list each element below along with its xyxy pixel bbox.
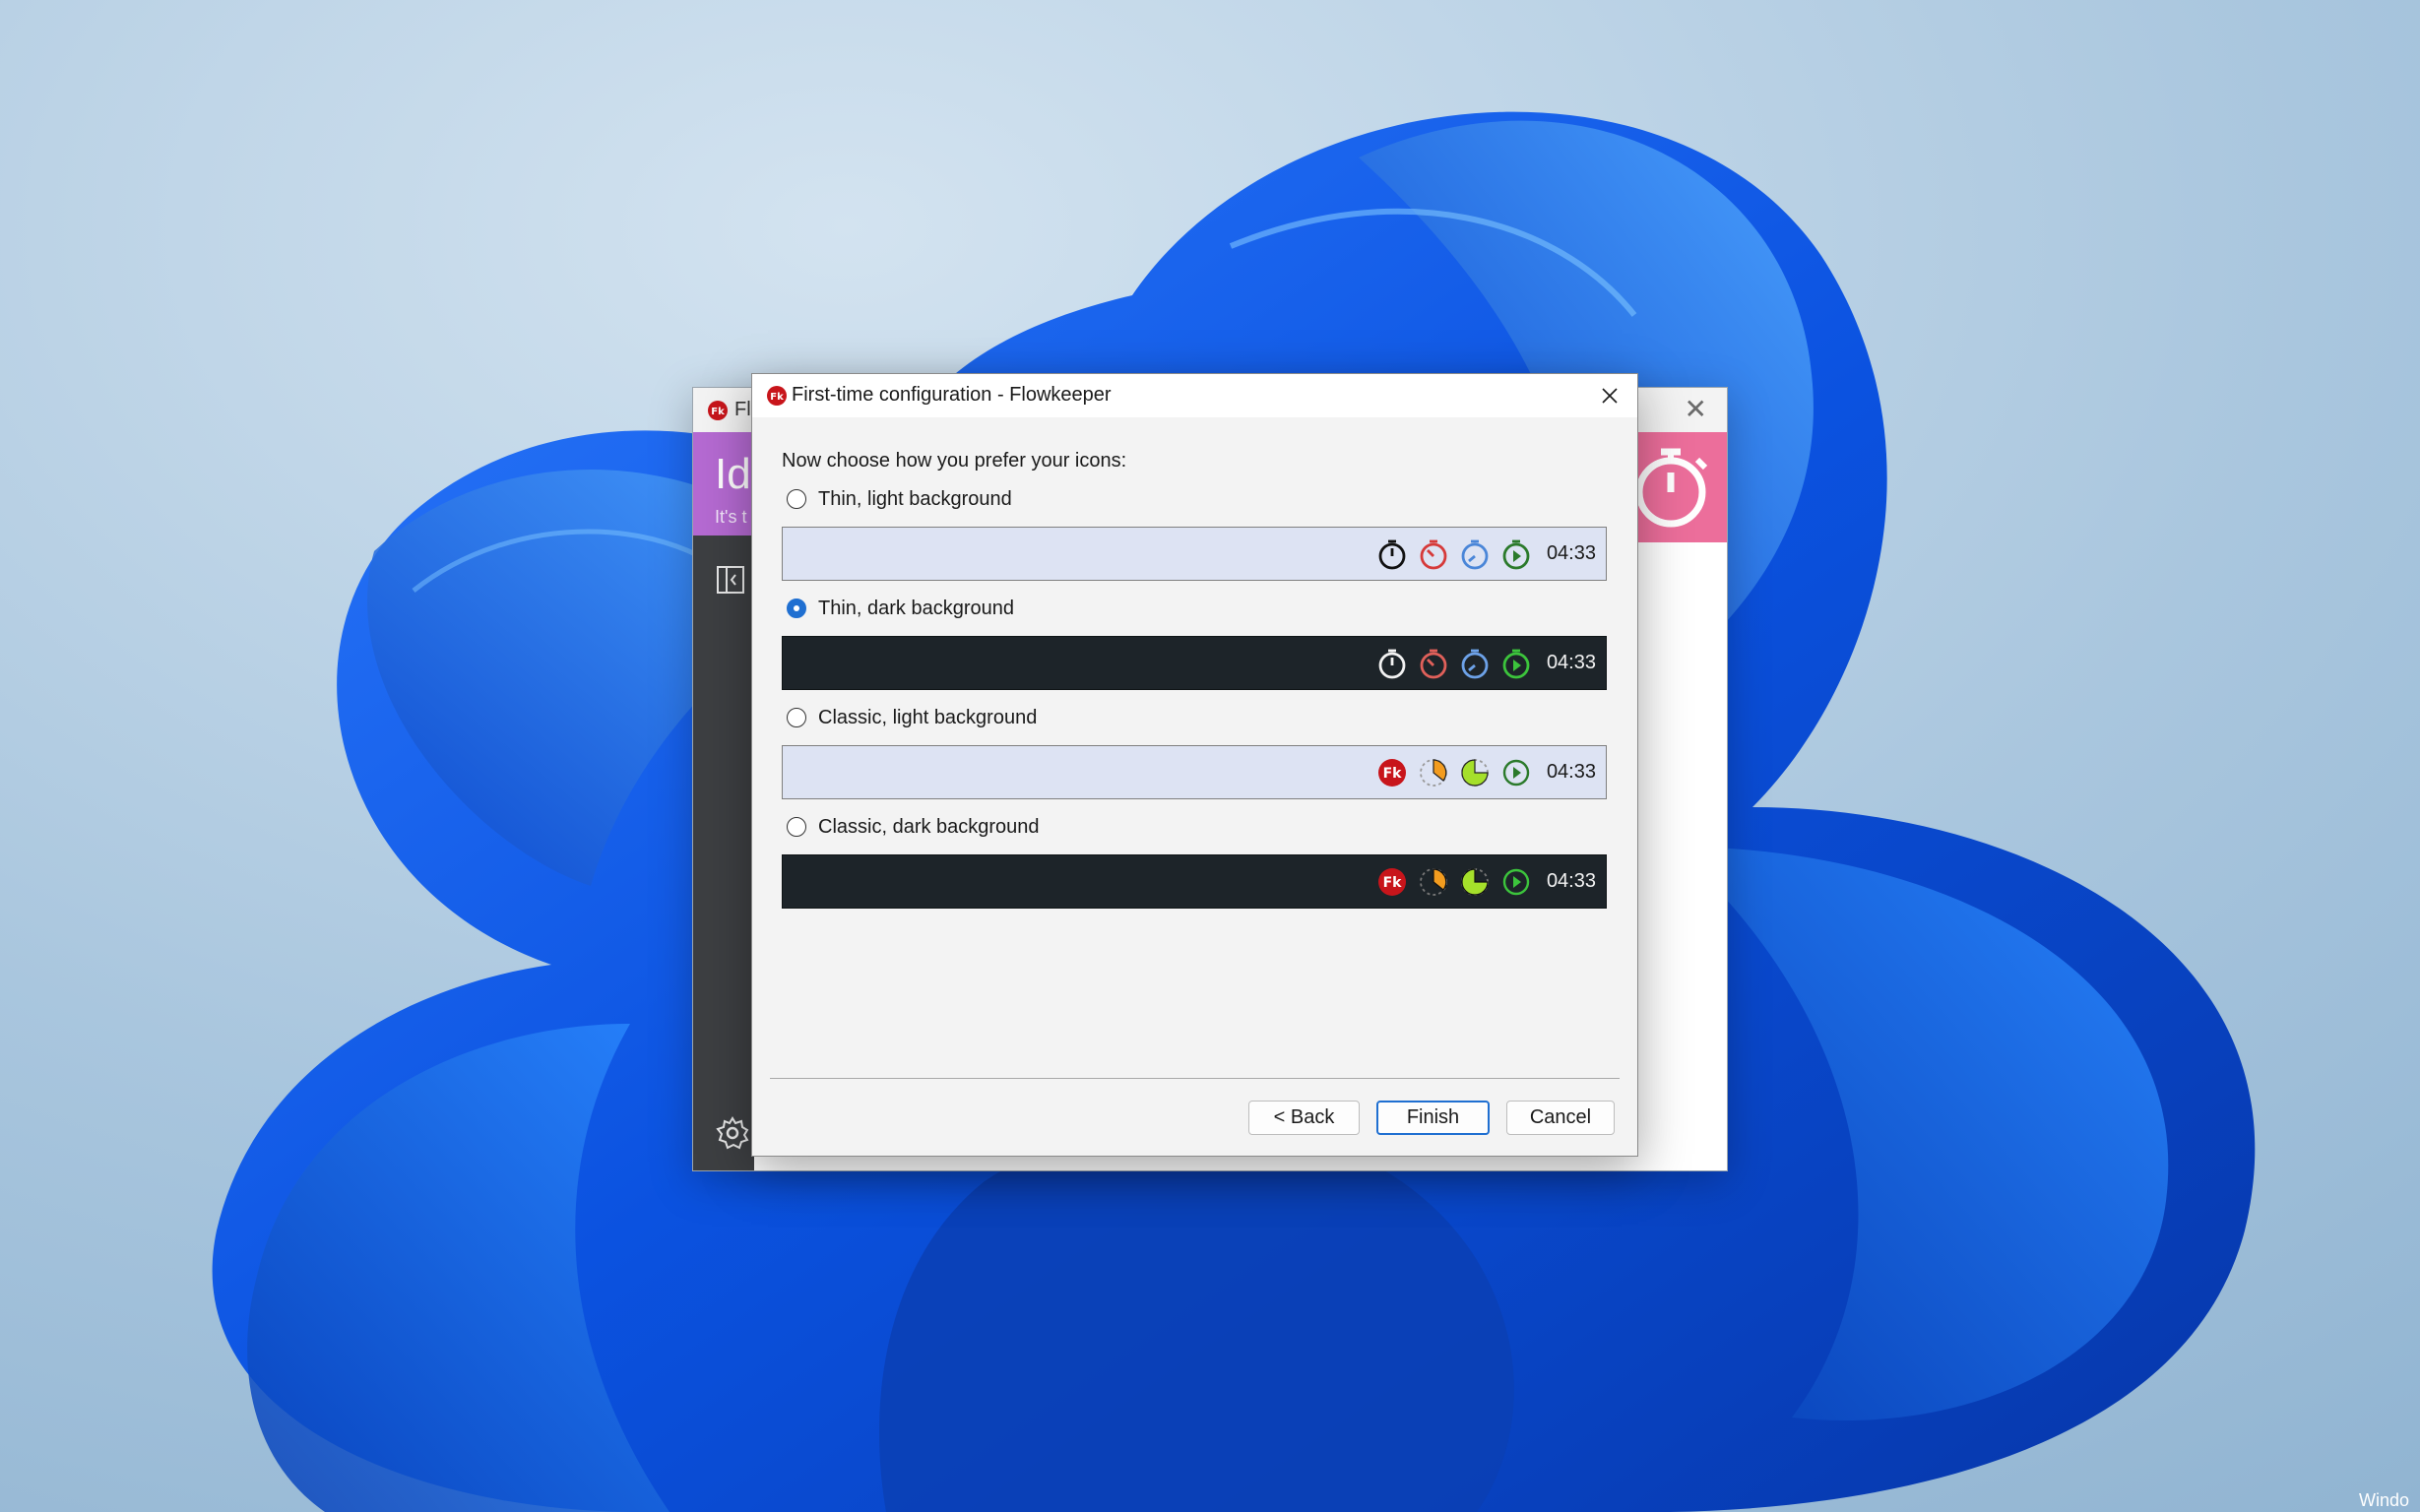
blue-timer-icon [1461,649,1489,678]
option-thin-dark[interactable]: Thin, dark background [787,596,1014,621]
dialog-title: First-time configuration - Flowkeeper [792,384,1112,406]
preview-classic-dark: Fk 04:33 [782,854,1607,909]
stopwatch-icon [1636,448,1708,528]
windows-watermark: Windo [2359,1490,2410,1510]
preview-thin-dark: 04:33 [782,636,1607,690]
orange-pie-icon [1420,758,1447,787]
sidebar-toggle-icon[interactable] [716,565,745,595]
option-label: Classic, light background [818,706,1038,728]
svg-text:Fk: Fk [1383,875,1403,891]
settings-gear-icon[interactable] [715,1115,750,1151]
flowkeeper-logo-icon: Fk [1377,758,1406,787]
svg-text:Fk: Fk [770,392,784,403]
svg-text:Fk: Fk [711,407,725,417]
dialog-close-button[interactable] [1592,379,1627,412]
cancel-button[interactable]: Cancel [1506,1101,1615,1135]
option-classic-light[interactable]: Classic, light background [787,705,1037,730]
preview-time: 04:33 [1546,652,1596,673]
option-label: Classic, dark background [818,815,1040,838]
green-play-icon [1502,539,1530,569]
close-icon [1602,388,1618,404]
background-close-icon[interactable]: ✕ [1685,396,1707,423]
option-label: Thin, dark background [818,597,1015,619]
stopwatch-icon [1378,539,1406,569]
lime-pie-icon [1461,867,1489,896]
svg-text:Fk: Fk [1383,766,1403,782]
radio-thin-dark[interactable] [787,598,806,618]
preview-time: 04:33 [1546,542,1596,564]
first-time-config-dialog: Fk First-time configuration - Flowkeeper… [751,373,1638,1157]
background-header-subtitle: It's t [715,507,747,527]
stopwatch-icon [1378,649,1406,678]
dialog-prompt: Now choose how you prefer your icons: [782,450,1127,472]
green-play-icon [1502,868,1530,895]
option-classic-dark[interactable]: Classic, dark background [787,814,1040,840]
background-pink-panel [1636,432,1727,542]
option-thin-light[interactable]: Thin, light background [787,486,1012,512]
dialog-titlebar: Fk First-time configuration - Flowkeeper [752,374,1637,417]
background-header-title: Id [715,450,751,498]
dialog-separator [770,1078,1620,1079]
back-button[interactable]: < Back [1248,1101,1360,1135]
flowkeeper-app-icon: Fk [708,401,728,420]
green-play-icon [1502,649,1530,678]
radio-classic-dark[interactable] [787,817,806,837]
background-sidebar [693,536,754,1170]
preview-thin-light: 04:33 [782,527,1607,581]
finish-button[interactable]: Finish [1376,1101,1490,1135]
flowkeeper-app-icon: Fk [767,386,787,406]
option-label: Thin, light background [818,487,1012,510]
preview-time: 04:33 [1546,870,1596,892]
blue-timer-icon [1461,539,1489,569]
preview-classic-light: Fk 04:33 [782,745,1607,799]
radio-thin-light[interactable] [787,489,806,509]
orange-pie-icon [1420,867,1447,896]
lime-pie-icon [1461,758,1489,787]
background-header-panel: Id It's t [693,432,754,536]
flowkeeper-logo-icon: Fk [1377,867,1406,896]
radio-classic-light[interactable] [787,708,806,727]
red-timer-icon [1420,539,1447,569]
preview-time: 04:33 [1546,761,1596,783]
red-timer-icon [1420,649,1447,678]
green-play-icon [1502,759,1530,786]
